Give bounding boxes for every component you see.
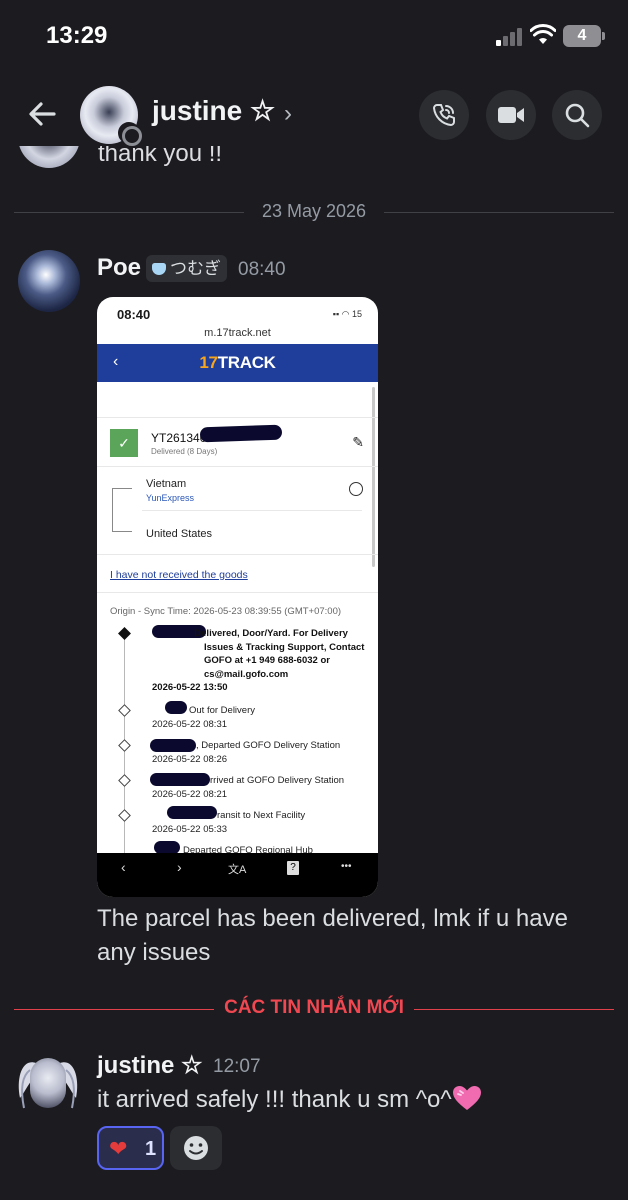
avatar[interactable]	[80, 86, 142, 146]
message-text-row: it arrived safely !!! thank u sm ^o^	[97, 1085, 482, 1114]
video-camera-icon	[498, 107, 524, 123]
search-button[interactable]	[552, 90, 602, 140]
previous-message: thank you !!	[0, 146, 628, 180]
offline-status-icon	[118, 122, 142, 146]
help-icon: ?	[287, 861, 299, 875]
attachment-status-icons: ▪▪ ◠ 15	[332, 309, 362, 319]
heart-reaction[interactable]: ❤ 1	[97, 1126, 164, 1170]
message-text: thank you !!	[98, 146, 223, 167]
carrier-name: YunExpress	[146, 493, 195, 503]
pink-heart-icon	[452, 1086, 481, 1110]
delivery-status: Delivered (8 Days)	[151, 447, 218, 456]
origin-sync-time: Origin - Sync Time: 2026-05-23 08:39:55 …	[110, 606, 342, 617]
timeline-dot-icon	[118, 704, 131, 717]
message-author[interactable]: justine ☆	[97, 1051, 203, 1080]
avatar[interactable]	[18, 250, 80, 312]
redaction-scribble	[167, 806, 217, 819]
new-messages-label: CÁC TIN NHẮN MỚI	[224, 997, 404, 1018]
redaction-scribble	[165, 701, 187, 714]
logo-number: 17	[199, 353, 218, 372]
tracking-logo: 17TRACK	[97, 353, 378, 373]
chevron-right-icon[interactable]: ›	[284, 100, 292, 128]
heart-icon: ❤	[109, 1136, 128, 1161]
timeline-event-text: rrived at GOFO Delivery Station	[210, 775, 345, 786]
timeline-dot-icon	[118, 627, 131, 640]
browser-toolbar: ‹ › 文A ? •••	[97, 853, 378, 897]
avatar	[18, 146, 80, 168]
timeline-event-text: ransit to Next Facility	[217, 810, 306, 821]
chat-header: justine ☆ ›	[0, 82, 628, 146]
chevron-left-icon: ‹	[121, 859, 126, 875]
chevron-right-icon: ›	[177, 859, 182, 875]
redaction-scribble	[150, 739, 196, 752]
redaction-scribble	[150, 773, 210, 786]
timeline-event-text: , Departed GOFO Delivery Station	[196, 740, 341, 751]
attachment-nav-bar: ‹ 17TRACK	[97, 344, 378, 382]
add-reaction-button[interactable]	[170, 1126, 222, 1170]
battery-indicator: 4	[563, 25, 605, 47]
timeline-dot-icon	[118, 809, 131, 822]
route-line	[112, 488, 132, 532]
divider	[142, 510, 362, 511]
timeline-event-time: 2026-05-22 08:31	[152, 719, 228, 730]
divider	[97, 554, 378, 555]
server-tag-badge[interactable]: つむぎ	[146, 255, 227, 282]
signal-icon	[496, 28, 524, 46]
origin-country: Vietnam	[146, 478, 187, 490]
tracking-number: YT261340	[151, 431, 207, 445]
status-time: 13:29	[46, 22, 108, 49]
message-text: The parcel has been delivered, lmk if u …	[97, 905, 568, 966]
message-timestamp: 12:07	[213, 1056, 261, 1077]
image-attachment[interactable]: 08:40 ▪▪ ◠ 15 m.17track.net ‹ 17TRACK ✓ …	[97, 297, 378, 897]
translate-icon: 文A	[228, 864, 247, 876]
timeline-dot-icon	[118, 739, 131, 752]
more-icon: •••	[341, 861, 352, 872]
arrow-left-icon[interactable]	[24, 96, 60, 132]
logo-text: TRACK	[217, 353, 276, 372]
server-tag-label: つむぎ	[170, 259, 221, 278]
scrollbar	[372, 387, 375, 567]
timeline-event-text: xxxxxxxxDelivered, Door/Yard. For Delive…	[194, 628, 365, 680]
avatar[interactable]	[16, 1048, 80, 1118]
video-call-button[interactable]	[486, 90, 536, 140]
timeline-dot-icon	[118, 774, 131, 787]
timeline-event-time: 2026-05-22 05:33	[152, 824, 228, 835]
timeline-event-time: 2026-05-22 08:26	[152, 754, 228, 765]
divider	[97, 417, 378, 418]
search-icon	[565, 103, 590, 128]
new-messages-divider: CÁC TIN NHẮN MỚI	[14, 996, 614, 1022]
phone-call-icon	[432, 104, 455, 127]
divider	[97, 466, 378, 467]
wifi-icon	[530, 24, 556, 44]
redaction-scribble	[199, 424, 283, 443]
divider	[97, 592, 378, 593]
destination-country: United States	[146, 528, 213, 540]
date-divider: 23 May 2026	[14, 200, 614, 224]
smiley-icon	[184, 1136, 208, 1160]
attachment-time: 08:40	[117, 307, 151, 322]
pencil-icon: ✎	[352, 434, 364, 450]
call-button[interactable]	[419, 90, 469, 140]
message-text: it arrived safely !!! thank u sm ^o^	[97, 1086, 452, 1113]
gem-icon	[152, 263, 166, 275]
message-author[interactable]: Poe	[97, 254, 141, 282]
status-bar: 13:29 4	[0, 0, 628, 72]
not-received-link: I have not received the goods	[110, 569, 248, 581]
timeline-event-time: 2026-05-22 08:21	[152, 789, 228, 800]
timeline-event-time: 2026-05-22 13:50	[152, 682, 228, 693]
attachment-url: m.17track.net	[204, 327, 271, 339]
message-timestamp: 08:40	[238, 259, 286, 280]
timeline-event-text: Out for Delivery	[189, 705, 255, 716]
check-icon: ✓	[110, 429, 138, 457]
channel-name[interactable]: justine ☆	[152, 94, 275, 127]
reaction-count: 1	[145, 1138, 157, 1160]
view-icon	[349, 482, 363, 496]
date-label: 23 May 2026	[247, 201, 381, 221]
